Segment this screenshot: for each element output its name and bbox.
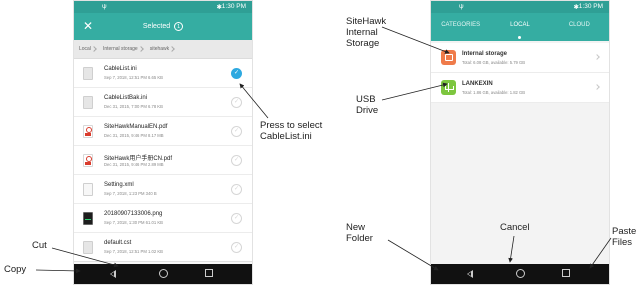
arrow-press-select bbox=[239, 83, 269, 119]
arrow-cut bbox=[51, 247, 119, 268]
arrow-usb-drive bbox=[381, 82, 448, 101]
arrow-new-folder bbox=[387, 239, 439, 271]
arrow-cancel bbox=[508, 235, 515, 263]
arrow-paste-files bbox=[589, 237, 612, 269]
callout-arrows bbox=[35, 26, 612, 274]
arrow-copy bbox=[35, 268, 81, 274]
arrow-internal-storage bbox=[381, 26, 450, 54]
